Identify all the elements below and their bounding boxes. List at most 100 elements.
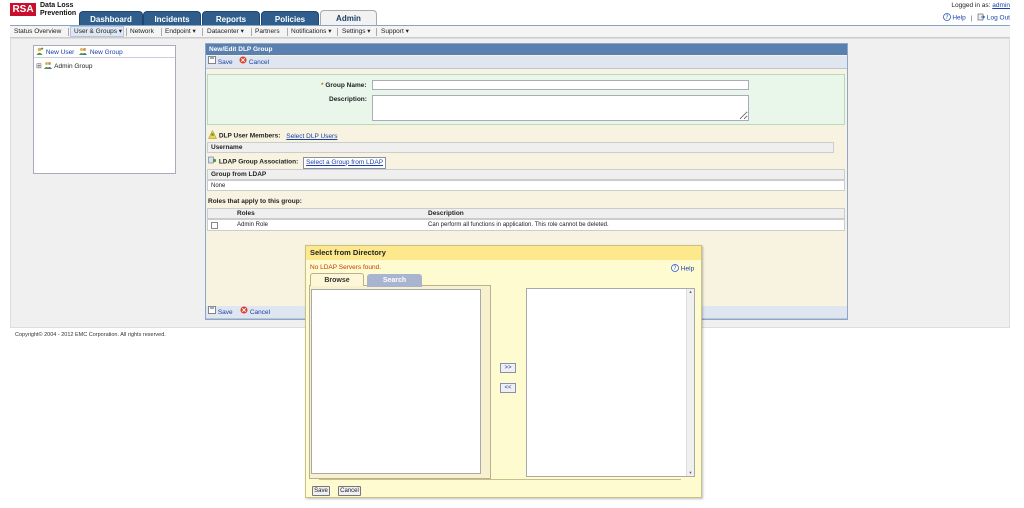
roles-table-header: Roles Description (207, 208, 845, 219)
subnav-support[interactable]: Support ▾ (381, 27, 409, 36)
description-label: Description: (329, 96, 367, 103)
help-icon: ? (671, 264, 679, 274)
help-link[interactable]: Help (952, 15, 965, 22)
ldap-association-row: LDAP Group Association: Select a Group f… (208, 156, 387, 169)
dialog-divider (319, 479, 681, 480)
subnav-datacenter[interactable]: Datacenter ▾ (207, 27, 244, 36)
group-name-input[interactable] (372, 80, 749, 90)
description-input[interactable] (372, 95, 749, 121)
group-name-label-text: Group Name: (325, 82, 367, 89)
tab-search[interactable]: Search (367, 274, 422, 287)
save-label: Save (217, 59, 233, 67)
panel-title: New/Edit DLP Group (206, 44, 847, 55)
tab-incidents[interactable]: Incidents (143, 11, 201, 26)
subnav-notifications[interactable]: Notifications ▾ (291, 27, 331, 36)
product-name: Data Loss Prevention (40, 2, 76, 18)
tree-item-label: Admin Group (54, 63, 93, 71)
save-icon (208, 306, 216, 319)
group-from-ldap-value: None (207, 180, 845, 191)
new-user-icon (36, 47, 44, 58)
roles-col-roles: Roles (237, 210, 255, 217)
subnav-settings[interactable]: Settings ▾ (342, 27, 371, 36)
new-user-button[interactable]: New User (36, 47, 74, 58)
dialog-error-message: No LDAP Servers found. (310, 264, 382, 271)
select-ldap-group-button[interactable]: Select a Group from LDAP (303, 156, 387, 169)
username-header: Username (207, 142, 834, 153)
role-name: Admin Role (237, 222, 269, 228)
group-from-ldap-header: Group from LDAP (207, 169, 845, 180)
logged-in-status: Logged in as: admin (951, 2, 1010, 9)
dialog-cancel-button[interactable]: Cancel (338, 486, 361, 496)
cancel-icon (239, 56, 247, 69)
logout-link[interactable]: Log Out (987, 15, 1010, 22)
required-marker: * (321, 82, 324, 89)
rsa-logo: RSA (10, 3, 36, 16)
subnav-separator (68, 28, 69, 36)
dialog-help-label: Help (680, 265, 695, 273)
cancel-label: Cancel (248, 59, 270, 67)
subnav-user-groups[interactable]: User & Groups ▾ (74, 27, 122, 36)
product-name-line1: Data Loss (40, 2, 74, 9)
tab-browse[interactable]: Browse (310, 273, 364, 286)
subnav-separator (337, 28, 338, 36)
subnav-partners[interactable]: Partners (255, 27, 280, 36)
logged-in-user-link[interactable]: admin (992, 2, 1010, 9)
selected-groups-list[interactable] (526, 288, 695, 477)
dlp-members-row: DLP User Members: Select DLP Users (208, 129, 337, 142)
subnav-status-overview[interactable]: Status Overview (14, 27, 61, 36)
cancel-label: Cancel (249, 309, 271, 317)
tree-item-admin-group[interactable]: ⊞ Admin Group (36, 61, 92, 72)
role-checkbox[interactable] (211, 222, 218, 229)
scroll-up-icon[interactable]: ▲ (687, 289, 694, 295)
group-icon (43, 61, 53, 72)
directory-browse-list[interactable] (311, 289, 481, 474)
subnav-separator (287, 28, 288, 36)
new-group-button[interactable]: New Group (79, 47, 123, 58)
user-icon (208, 129, 217, 142)
new-group-label: New Group (89, 49, 123, 57)
logged-in-label: Logged in as: (951, 2, 991, 9)
roles-heading: Roles that apply to this group: (208, 198, 302, 205)
ldap-icon (208, 156, 217, 168)
subnav-separator (376, 28, 377, 36)
subnav-endpoint[interactable]: Endpoint ▾ (165, 27, 196, 36)
subnav-separator (161, 28, 162, 36)
ldap-association-label: LDAP Group Association: (218, 158, 299, 166)
new-group-icon (79, 47, 88, 58)
bottom-cancel-button[interactable]: Cancel (240, 306, 270, 319)
tab-dashboard[interactable]: Dashboard (79, 11, 143, 26)
tab-policies[interactable]: Policies (261, 11, 319, 26)
new-user-label: New User (45, 49, 75, 57)
tree-expand-icon[interactable]: ⊞ (36, 63, 42, 70)
dialog-title[interactable]: Select from Directory (306, 246, 701, 260)
subnav-separator (126, 28, 127, 36)
select-dlp-users-link[interactable]: Select DLP Users (286, 133, 337, 140)
role-description: Can perform all functions in application… (428, 222, 609, 228)
help-icon[interactable]: ? (942, 13, 951, 23)
remove-button[interactable]: << (500, 383, 516, 393)
dialog-save-button[interactable]: Save (312, 486, 330, 496)
save-icon (208, 56, 216, 69)
product-name-line2: Prevention (40, 10, 77, 17)
roles-col-description: Description (428, 210, 464, 217)
save-label: Save (217, 309, 233, 317)
top-save-button[interactable]: Save (208, 56, 233, 69)
top-toolbar (206, 56, 847, 69)
top-cancel-button[interactable]: Cancel (239, 56, 269, 69)
selected-list-scrollbar[interactable]: ▲ ▼ (686, 289, 694, 476)
subnav-separator (251, 28, 252, 36)
add-button[interactable]: >> (500, 363, 516, 373)
subnav-separator (202, 28, 203, 36)
svg-text:?: ? (945, 14, 948, 21)
scroll-down-icon[interactable]: ▼ (687, 470, 694, 476)
header-links: ? Help | Log Out (942, 13, 1010, 23)
dialog-help-link[interactable]: ? Help (671, 264, 694, 274)
svg-text:?: ? (673, 265, 676, 272)
logout-icon[interactable] (977, 13, 986, 23)
cancel-icon (240, 306, 248, 319)
table-row: Admin Role Can perform all functions in … (207, 219, 845, 231)
tab-reports[interactable]: Reports (202, 11, 260, 26)
bottom-save-button[interactable]: Save (208, 306, 233, 319)
header-separator: | (970, 14, 973, 22)
subnav-network[interactable]: Network (130, 27, 154, 36)
